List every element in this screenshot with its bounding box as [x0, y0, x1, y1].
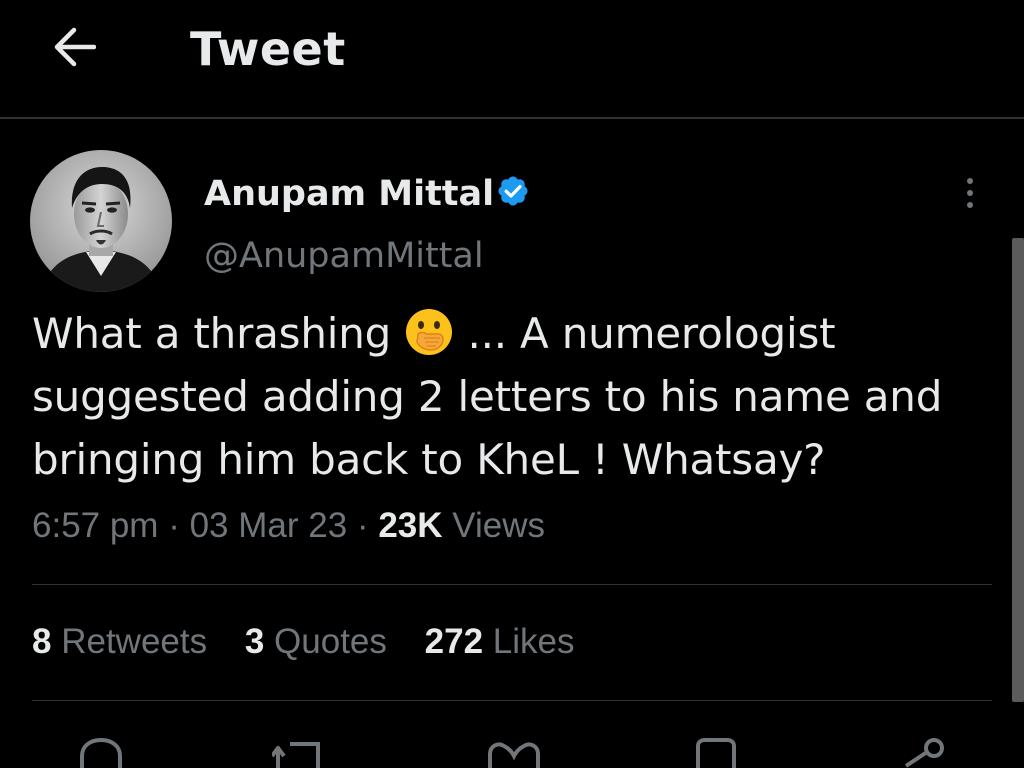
retweet-icon[interactable] [272, 738, 328, 768]
more-dot-icon [967, 190, 973, 196]
bookmark-icon[interactable] [694, 738, 738, 768]
tweet-meta: 6:57 pm · 03 Mar 23 · 23K Views [32, 506, 545, 546]
quotes-stat[interactable]: 3 Quotes [245, 622, 387, 662]
more-options-button[interactable] [952, 170, 988, 216]
tweet-date[interactable]: 03 Mar 23 [190, 506, 348, 545]
header-divider [0, 117, 1024, 119]
divider [32, 700, 992, 701]
retweets-count: 8 [32, 622, 52, 661]
likes-label: Likes [492, 622, 575, 661]
share-icon[interactable] [896, 738, 946, 768]
more-dot-icon [967, 202, 973, 208]
views-count: 23K [378, 506, 443, 545]
tweet-time[interactable]: 6:57 pm [32, 506, 158, 545]
retweets-stat[interactable]: 8 Retweets [32, 622, 207, 662]
page-title: Tweet [190, 22, 346, 76]
divider [32, 584, 992, 585]
top-bar: Tweet [0, 0, 1024, 119]
back-button[interactable] [48, 24, 100, 70]
face-with-hand-over-mouth-emoji [406, 309, 453, 355]
more-dot-icon [967, 178, 973, 184]
quotes-count: 3 [244, 622, 265, 661]
avatar-image [30, 150, 172, 292]
quotes-label: Quotes [274, 622, 387, 661]
reply-icon[interactable] [76, 738, 126, 768]
tweet-stats: 8 Retweets 3 Quotes 272 Likes [32, 622, 603, 662]
author-handle[interactable]: @AnupamMittal [204, 236, 484, 276]
action-bar [0, 728, 1024, 768]
meta-separator: · [356, 506, 369, 545]
views-label[interactable]: Views [452, 506, 545, 545]
like-icon[interactable] [486, 738, 542, 768]
scrollbar[interactable] [1012, 238, 1024, 702]
retweets-label: Retweets [61, 622, 208, 661]
tweet-text: What a thrashing ... A numerologist sugg… [32, 302, 992, 491]
author-display-name[interactable]: Anupam Mittal [204, 174, 494, 214]
likes-count: 272 [424, 622, 484, 661]
verified-badge-icon [498, 176, 528, 206]
meta-separator: · [168, 506, 180, 545]
arrow-left-icon [54, 27, 96, 67]
avatar[interactable] [30, 150, 172, 292]
tweet-text-part-1: What a thrashing [32, 309, 405, 358]
likes-stat[interactable]: 272 Likes [425, 622, 575, 662]
